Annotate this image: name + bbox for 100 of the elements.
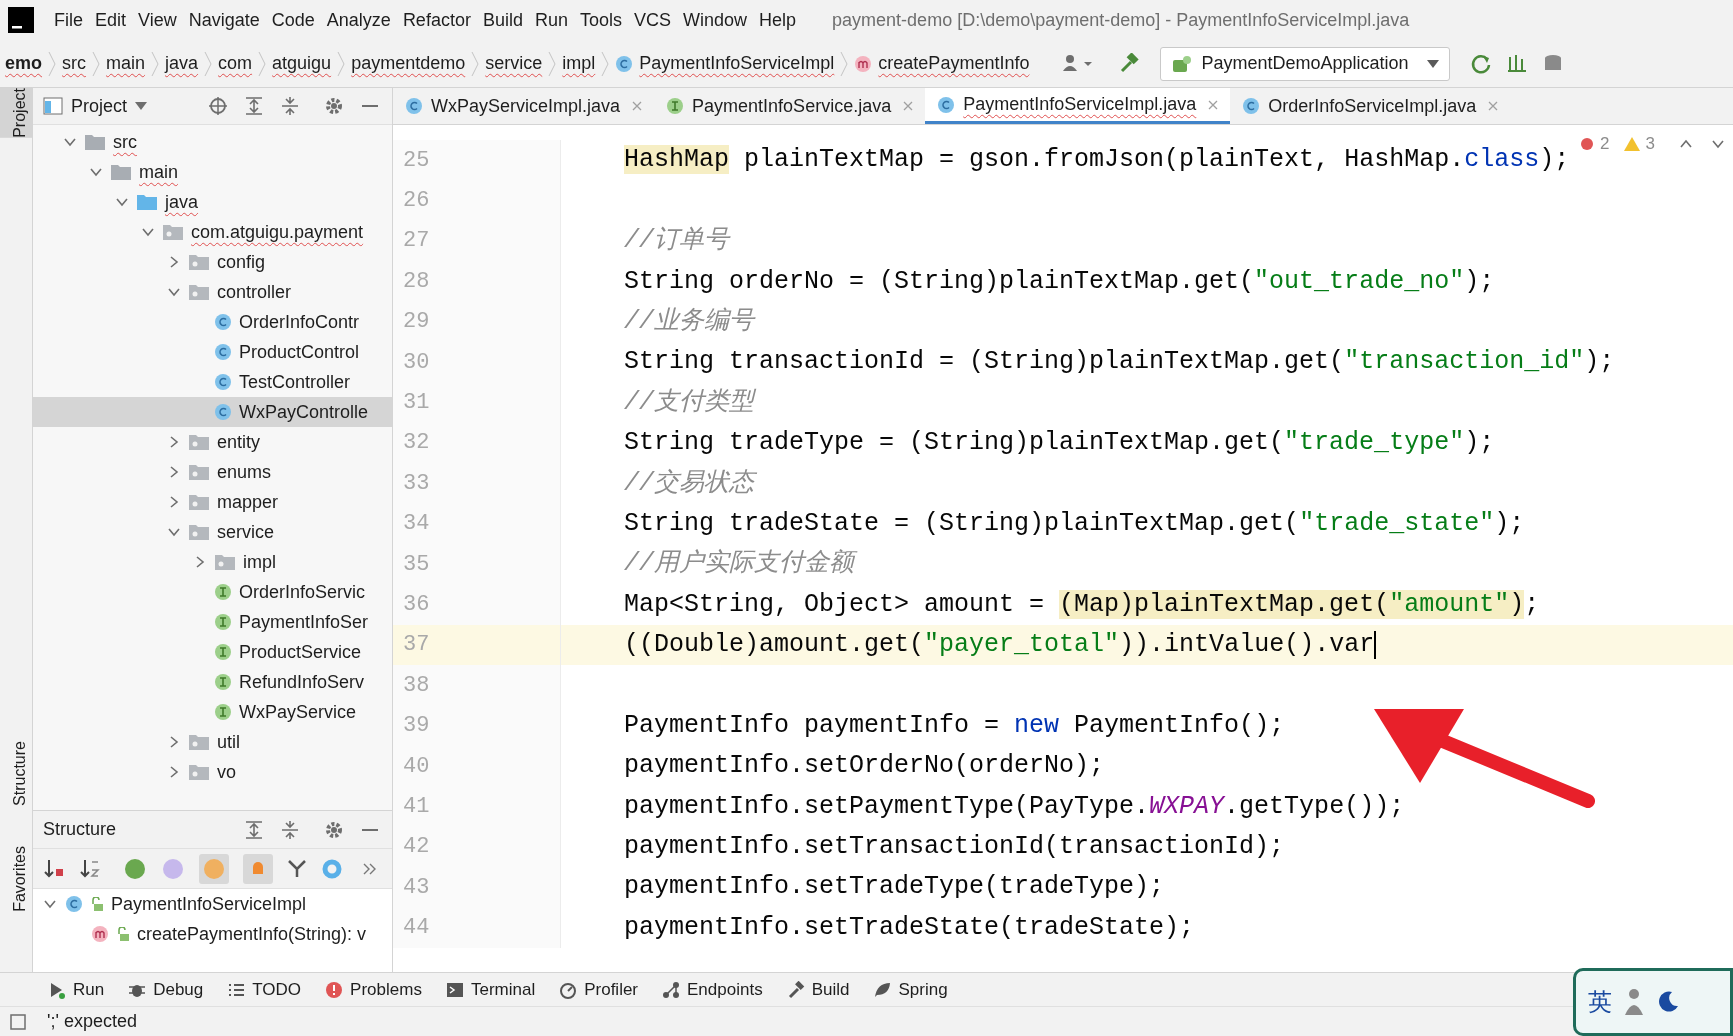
menu-item[interactable]: Help [753,4,803,36]
menu-item[interactable]: Build [476,4,529,36]
tree-item[interactable]: ProductService [33,637,392,667]
tree-item[interactable]: RefundInfoServ [33,667,392,697]
package-icon [188,493,210,511]
tree-item[interactable]: OrderInfoContr [33,307,392,337]
ime-mode[interactable]: 英 [1588,984,1612,1020]
expand-all-icon[interactable] [244,819,264,840]
settings-icon[interactable] [324,96,344,116]
tool-window-button[interactable]: TODO [215,976,314,1003]
code-line: Map<String, Object> amount = (Map)plainTextMap.get("amount"); [624,588,1540,621]
locate-icon[interactable] [208,96,228,116]
menu-item[interactable]: Analyze [320,4,397,36]
tree-item[interactable]: main [33,157,392,187]
breadcrumb[interactable]: com [213,50,258,77]
breadcrumb[interactable]: service [480,50,548,77]
menu-item[interactable]: Run [528,4,574,36]
rerun-icon[interactable] [1470,52,1493,75]
tool-window-button[interactable]: Build [774,976,862,1003]
tool-window-button[interactable]: Terminal [433,976,548,1003]
menu-item[interactable]: File [48,4,89,36]
tool-window-button[interactable]: Problems [313,976,434,1003]
breadcrumb[interactable]: PaymentInfoServiceImpl [610,50,840,77]
breadcrumb[interactable]: atguigu [267,50,337,77]
caret-icon [1427,59,1440,68]
collapse-all-icon[interactable] [280,96,300,116]
tool-window-button[interactable]: Run [36,976,117,1003]
tree-item[interactable]: impl [33,547,392,577]
menu-item[interactable]: Tools [573,4,628,36]
code-line: String tradeState = (String)plainTextMap.get("trade_state"); [624,507,1525,540]
tool-window-button[interactable]: Debug [116,976,216,1003]
line-number: 27 [403,227,430,256]
editor-tab[interactable]: OrderInfoServiceImpl.java [1230,88,1511,124]
menu-item[interactable]: Navigate [182,4,266,36]
tree-item[interactable]: mapper [33,487,392,517]
close-icon[interactable] [903,101,914,111]
tool-window-button[interactable]: Spring [861,976,960,1003]
tree-item[interactable]: java [33,187,392,217]
line-number: 34 [403,510,430,539]
tool-window-button[interactable]: Endpoints [650,976,775,1003]
settings-icon[interactable] [324,819,344,840]
tree-item[interactable]: TestController [33,367,392,397]
hammer-icon[interactable] [1118,52,1141,75]
close-icon[interactable] [1488,101,1499,111]
breadcrumb[interactable]: main [101,50,151,77]
editor-tab[interactable]: WxPayServiceImpl.java [393,88,655,124]
close-icon[interactable] [632,101,643,111]
tree-item[interactable]: src [33,127,392,157]
line-number: 29 [403,308,430,337]
editor-tab[interactable]: PaymentInfoService.java [654,88,926,124]
tree-item[interactable]: config [33,247,392,277]
breadcrumb[interactable]: emo [0,50,47,77]
sort-alpha-icon[interactable] [79,857,101,880]
menu-item[interactable]: View [132,4,183,36]
menu-item[interactable]: Edit [89,4,133,36]
editor-tab[interactable]: PaymentInfoServiceImpl.java [925,88,1231,124]
structure-item[interactable]: createPaymentInfo(String): v [33,919,392,949]
warning-icon [1623,136,1640,151]
tree-item[interactable]: enums [33,457,392,487]
menu-item[interactable]: VCS [628,4,677,36]
error-icon [1580,136,1595,151]
interface-icon [214,703,232,721]
breadcrumb[interactable]: createPaymentInfo [849,50,1035,77]
person-icon[interactable] [1622,987,1646,1017]
tool-window-button[interactable]: Profiler [547,976,651,1003]
structure-item[interactable]: PaymentInfoServiceImpl [33,889,392,919]
tool-icon [662,980,681,999]
interface-icon [666,97,685,115]
tree-item[interactable]: WxPayService [33,697,392,727]
tree-item[interactable]: controller [33,277,392,307]
close-icon[interactable] [1208,99,1219,110]
menu-item[interactable]: Window [677,4,754,36]
side-tab[interactable]: Favorites [0,846,32,912]
breadcrumb[interactable]: java [160,50,204,77]
side-tab[interactable]: Structure [0,741,32,807]
filter-icon[interactable] [287,858,307,879]
run-config-dropdown[interactable]: PaymentDemoApplication [1160,46,1451,81]
expand-all-icon[interactable] [244,96,264,116]
tree-item[interactable]: WxPayControlle [33,397,392,427]
build-icon[interactable] [1506,52,1529,75]
sort-icon[interactable] [43,857,65,880]
tree-item[interactable]: vo [33,757,392,787]
interface-icon [214,643,232,661]
tree-item[interactable]: PaymentInfoSer [33,607,392,637]
tree-item[interactable]: com.atguigu.payment [33,217,392,247]
breadcrumb[interactable]: paymentdemo [346,50,471,77]
tree-item[interactable]: ProductControl [33,337,392,367]
breadcrumb[interactable]: src [57,50,91,77]
breadcrumb[interactable]: impl [557,50,601,77]
moon-icon[interactable] [1656,990,1680,1014]
menu-item[interactable]: Refactor [396,4,477,36]
more-icon[interactable] [363,862,377,875]
tree-item[interactable]: OrderInfoServic [33,577,392,607]
menu-item[interactable]: Code [265,4,321,36]
side-tab[interactable]: Project [0,88,32,138]
tree-item[interactable]: entity [33,427,392,457]
tree-item[interactable]: util [33,727,392,757]
panel-toggle-icon[interactable] [9,1012,27,1031]
tree-item[interactable]: service [33,517,392,547]
collapse-all-icon[interactable] [280,819,300,840]
